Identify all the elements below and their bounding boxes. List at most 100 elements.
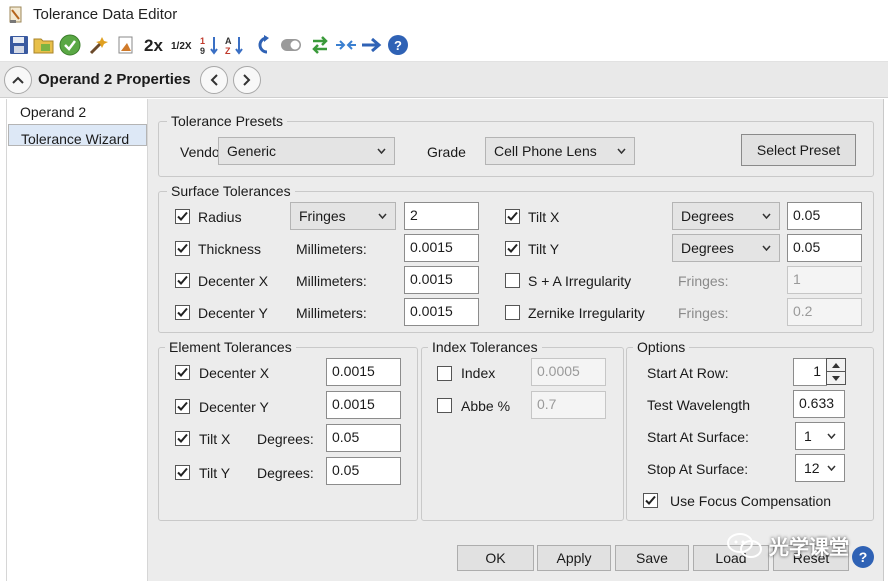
sync-icon[interactable] [309,34,331,56]
stop-surface-dropdown[interactable]: 12 [795,454,845,482]
checkmark-icon [507,211,518,221]
ok-button[interactable]: OK [457,545,534,571]
chevron-down-icon [827,465,836,471]
spin-down-button[interactable] [826,371,846,385]
toggle-icon[interactable] [280,34,302,56]
select-preset-button[interactable]: Select Preset [741,134,856,166]
sidebar-item-tolerance-wizard[interactable]: Tolerance Wizard [8,124,147,147]
element-decenter-x-checkbox[interactable] [175,365,190,380]
element-tilt-x-unit-label: Degrees: [257,431,314,447]
index-tolerances-group: Index Tolerances Index 0.0005 Abbe % 0.7 [421,338,624,521]
decenter-x-input[interactable]: 0.0015 [404,266,479,294]
element-decenter-y-checkbox[interactable] [175,399,190,414]
sa-irregularity-label: S + A Irregularity [528,273,632,289]
start-surface-value: 1 [804,428,812,444]
zernike-irregularity-label: Zernike Irregularity [528,305,645,321]
element-decenter-x-input[interactable]: 0.0015 [326,358,401,386]
apply-button[interactable]: Apply [537,545,611,571]
collapse-up-button[interactable] [4,66,32,94]
zernike-irregularity-input[interactable]: 0.2 [787,298,862,326]
sa-irregularity-checkbox[interactable] [505,273,520,288]
decenter-y-checkbox[interactable] [175,305,190,320]
previous-operand-button[interactable] [200,66,228,94]
collapse-icon[interactable] [335,34,357,56]
wechat-icon [727,532,762,558]
decenter-x-checkbox[interactable] [175,273,190,288]
window-title: Tolerance Data Editor [33,6,178,23]
help-button[interactable]: ? [852,546,874,568]
thickness-unit-label: Millimeters: [296,241,367,257]
radius-unit-dropdown[interactable]: Fringes [290,202,396,230]
open-icon[interactable] [33,34,55,56]
element-tilt-x-checkbox[interactable] [175,431,190,446]
sidebar: Operand 2 Tolerance Wizard [6,99,148,581]
help-icon[interactable]: ? [387,34,409,56]
index-input[interactable]: 0.0005 [531,358,606,386]
tilt-y-unit-dropdown[interactable]: Degrees [672,234,780,262]
grade-dropdown[interactable]: Cell Phone Lens [485,137,635,165]
element-tilt-y-checkbox[interactable] [175,465,190,480]
abbe-input[interactable]: 0.7 [531,391,606,419]
zernike-irregularity-checkbox[interactable] [505,305,520,320]
svg-text:?: ? [394,38,402,53]
tilt-x-unit-dropdown[interactable]: Degrees [672,202,780,230]
chevron-left-icon [210,74,218,86]
start-row-spinner[interactable] [826,358,846,386]
radius-label: Radius [198,209,242,225]
chevron-right-icon [243,74,251,86]
svg-text:Z: Z [225,46,231,56]
decenter-x-unit-label: Millimeters: [296,273,367,289]
clear-icon[interactable] [115,34,137,56]
save-icon[interactable] [8,34,30,56]
start-surface-dropdown[interactable]: 1 [795,422,845,450]
element-tilt-x-label: Tilt X [199,431,231,447]
radius-input[interactable]: 2 [404,202,479,230]
group-title: Element Tolerances [165,338,296,356]
next-operand-button[interactable] [233,66,261,94]
sort-ascending-icon[interactable]: 19 [199,34,221,56]
svg-text:9: 9 [200,46,205,56]
thickness-checkbox[interactable] [175,241,190,256]
element-tilt-y-input[interactable]: 0.05 [326,457,401,485]
next-arrow-icon[interactable] [361,34,383,56]
chevron-down-icon [377,148,386,154]
tilt-y-input[interactable]: 0.05 [787,234,862,262]
tilt-x-input[interactable]: 0.05 [787,202,862,230]
wavelength-input[interactable]: 0.633 [793,390,845,418]
thickness-input[interactable]: 0.0015 [404,234,479,262]
zoom-in-icon[interactable]: 2x [144,36,163,56]
decenter-y-input[interactable]: 0.0015 [404,298,479,326]
focus-compensation-checkbox[interactable] [643,493,658,508]
element-tolerances-group: Element Tolerances Decenter X 0.0015 Dec… [158,338,418,521]
zernike-irregularity-unit-label: Fringes: [678,305,729,321]
chevron-down-icon [762,245,771,251]
wizard-icon[interactable] [88,34,110,56]
tilt-x-checkbox[interactable] [505,209,520,224]
sort-descending-icon[interactable]: AZ [224,34,246,56]
start-row-input[interactable]: 1 [793,358,827,386]
tilt-y-checkbox[interactable] [505,241,520,256]
vendor-value: Generic [227,143,277,159]
radius-checkbox[interactable] [175,209,190,224]
check-icon[interactable] [59,34,81,56]
save-button[interactable]: Save [615,545,689,571]
surface-tolerances-group: Surface Tolerances Radius Fringes 2 Thic… [158,182,874,333]
index-checkbox[interactable] [437,366,452,381]
properties-title: Operand 2 Properties [38,71,191,88]
undo-icon[interactable] [252,34,274,56]
tolerance-wizard-panel: Tolerance Presets Vendor Generic Grade C… [148,99,884,581]
sa-irregularity-input[interactable]: 1 [787,266,862,294]
grade-label: Grade [427,144,466,160]
spin-up-button[interactable] [826,358,846,372]
abbe-checkbox[interactable] [437,398,452,413]
zoom-out-icon[interactable]: 1/2X [171,41,192,52]
stop-surface-label: Stop At Surface: [647,461,749,477]
chevron-down-icon [378,213,387,219]
element-tilt-x-input[interactable]: 0.05 [326,424,401,452]
element-decenter-y-input[interactable]: 0.0015 [326,391,401,419]
checkmark-icon [177,243,188,253]
group-title: Tolerance Presets [167,112,288,130]
properties-navbar: Operand 2 Properties [0,62,888,98]
vendor-dropdown[interactable]: Generic [218,137,395,165]
sidebar-item-operand-2[interactable]: Operand 2 [8,101,147,123]
